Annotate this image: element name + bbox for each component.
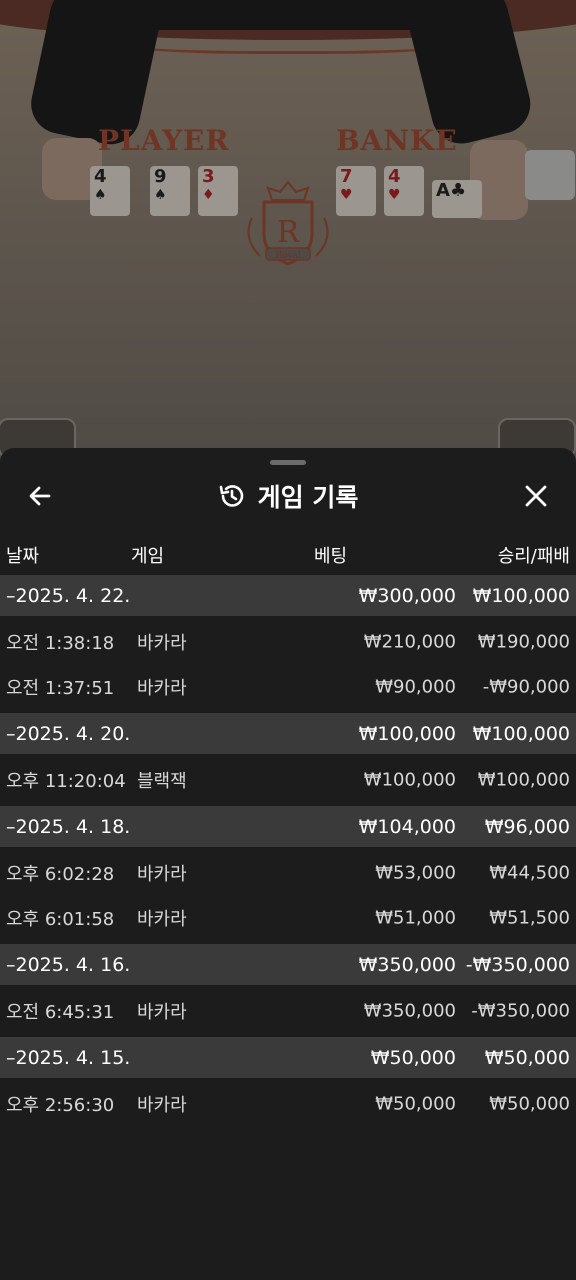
group-result-total: ₩100,000 [472,584,570,607]
dealer-torso [130,0,440,30]
card-suit: ♠ [154,187,167,203]
row-time: 오후 6:02:28 [6,863,115,885]
group-bet-total: ₩104,000 [358,815,456,838]
card-shoe [525,150,575,200]
history-row[interactable]: 오후 6:02:28 바카라 ₩53,000 ₩44,500 [0,850,576,895]
row-bet: ₩51,000 [375,907,456,928]
group-result-total: ₩100,000 [472,722,570,745]
history-row[interactable]: 오전 1:37:51 바카라 ₩90,000 -₩90,000 [0,664,576,709]
group-date: –2025. 4. 20. [6,722,131,745]
card-rank: 4 [388,166,401,187]
row-result: ₩100,000 [477,769,570,790]
player-area-label: PLAYER [98,124,230,157]
royal-crest-icon: R Royal [247,180,329,266]
table-arc-line [120,28,460,54]
history-list: –2025. 4. 22. ₩300,000 ₩100,000 오전 1:38:… [0,575,576,1130]
row-bet: ₩350,000 [363,1000,456,1021]
row-result: ₩50,000 [489,1093,570,1114]
player-card-1: 4 ♠ [90,166,130,216]
group-bet-total: ₩100,000 [358,722,456,745]
history-row[interactable]: 오후 11:20:04 블랙잭 ₩100,000 ₩100,000 [0,757,576,802]
row-bet: ₩90,000 [375,676,456,697]
row-game: 바카라 [137,1094,187,1116]
row-result: -₩90,000 [482,676,570,697]
row-time: 오전 6:45:31 [6,1001,115,1023]
banker-card-1: 7 ♥ [336,166,376,216]
row-result: -₩350,000 [471,1000,570,1021]
banker-card-2: 4 ♥ [384,166,424,216]
history-row[interactable]: 오후 2:56:30 바카라 ₩50,000 ₩50,000 [0,1081,576,1126]
column-header-date: 날짜 [6,546,40,567]
row-bet: ₩53,000 [375,862,456,883]
card-rank: 4 [94,166,107,187]
group-bet-total: ₩300,000 [358,584,456,607]
group-date: –2025. 4. 15. [6,1046,131,1069]
row-time: 오전 1:38:18 [6,632,115,654]
group-date: –2025. 4. 18. [6,815,131,838]
row-game: 바카라 [137,677,187,699]
date-group-row[interactable]: –2025. 4. 22. ₩300,000 ₩100,000 [0,575,576,616]
column-header-bet: 베팅 [314,546,348,567]
row-time: 오전 1:37:51 [6,677,115,699]
sheet-drag-handle[interactable] [270,460,306,465]
card-suit: ♦ [202,187,215,203]
row-game: 바카라 [137,908,187,930]
group-date: –2025. 4. 22. [6,584,131,607]
row-bet: ₩100,000 [363,769,456,790]
group-bet-total: ₩50,000 [370,1046,456,1069]
banker-area-label: BANKE [336,124,458,157]
banker-card-3: A♣ [432,180,482,218]
row-result: ₩190,000 [477,631,570,652]
sheet-header: 게임 기록 [0,468,576,520]
column-header-result: 승리/패배 [497,546,570,567]
card-rank: 3 [202,166,215,187]
group-bet-total: ₩350,000 [358,953,456,976]
row-bet: ₩50,000 [375,1093,456,1114]
player-card-3: 3 ♦ [198,166,238,216]
card-suit: ♠ [94,187,107,203]
history-icon [219,485,243,507]
close-button[interactable] [516,476,556,516]
date-group-row[interactable]: –2025. 4. 20. ₩100,000 ₩100,000 [0,713,576,754]
row-time: 오후 11:20:04 [6,770,126,792]
live-table-video: PLAYER BANKE 4 ♠ 9 ♠ 3 ♦ 7 ♥ 4 ♥ A♣ R Royal [0,0,576,470]
crest-letter: R [277,215,301,250]
date-group-row[interactable]: –2025. 4. 18. ₩104,000 ₩96,000 [0,806,576,847]
history-row[interactable]: 오전 1:38:18 바카라 ₩210,000 ₩190,000 [0,619,576,664]
history-row[interactable]: 오전 6:45:31 바카라 ₩350,000 -₩350,000 [0,988,576,1033]
row-time: 오후 2:56:30 [6,1094,115,1116]
card-suit: ♥ [388,187,401,203]
group-result-total: ₩50,000 [484,1046,570,1069]
close-icon [525,485,547,507]
sheet-title: 게임 기록 [257,483,359,512]
card-suit: ♣ [449,180,467,201]
date-group-row[interactable]: –2025. 4. 15. ₩50,000 ₩50,000 [0,1037,576,1078]
row-result: ₩44,500 [489,862,570,883]
column-headers: 날짜 게임 베팅 승리/패배 [0,536,576,572]
row-game: 바카라 [137,632,187,654]
row-time: 오후 6:01:58 [6,908,115,930]
game-history-sheet: 게임 기록 날짜 게임 베팅 승리/패배 –2025. 4. 22. ₩300,… [0,448,576,1280]
card-suit: ♥ [340,187,353,203]
history-row[interactable]: 오후 6:01:58 바카라 ₩51,000 ₩51,500 [0,895,576,940]
card-rank: 7 [340,166,353,187]
group-date: –2025. 4. 16. [6,953,131,976]
row-game: 블랙잭 [137,770,187,792]
group-result-total: -₩350,000 [465,953,570,976]
card-rank: A [436,180,450,201]
row-game: 바카라 [137,1001,187,1023]
column-header-game: 게임 [131,546,165,567]
row-result: ₩51,500 [489,907,570,928]
row-game: 바카라 [137,863,187,885]
player-card-2: 9 ♠ [150,166,190,216]
card-rank: 9 [154,166,167,187]
title-group: 게임 기록 [0,476,576,516]
group-result-total: ₩96,000 [484,815,570,838]
row-bet: ₩210,000 [363,631,456,652]
crest-text: Royal [275,251,301,261]
date-group-row[interactable]: –2025. 4. 16. ₩350,000 -₩350,000 [0,944,576,985]
